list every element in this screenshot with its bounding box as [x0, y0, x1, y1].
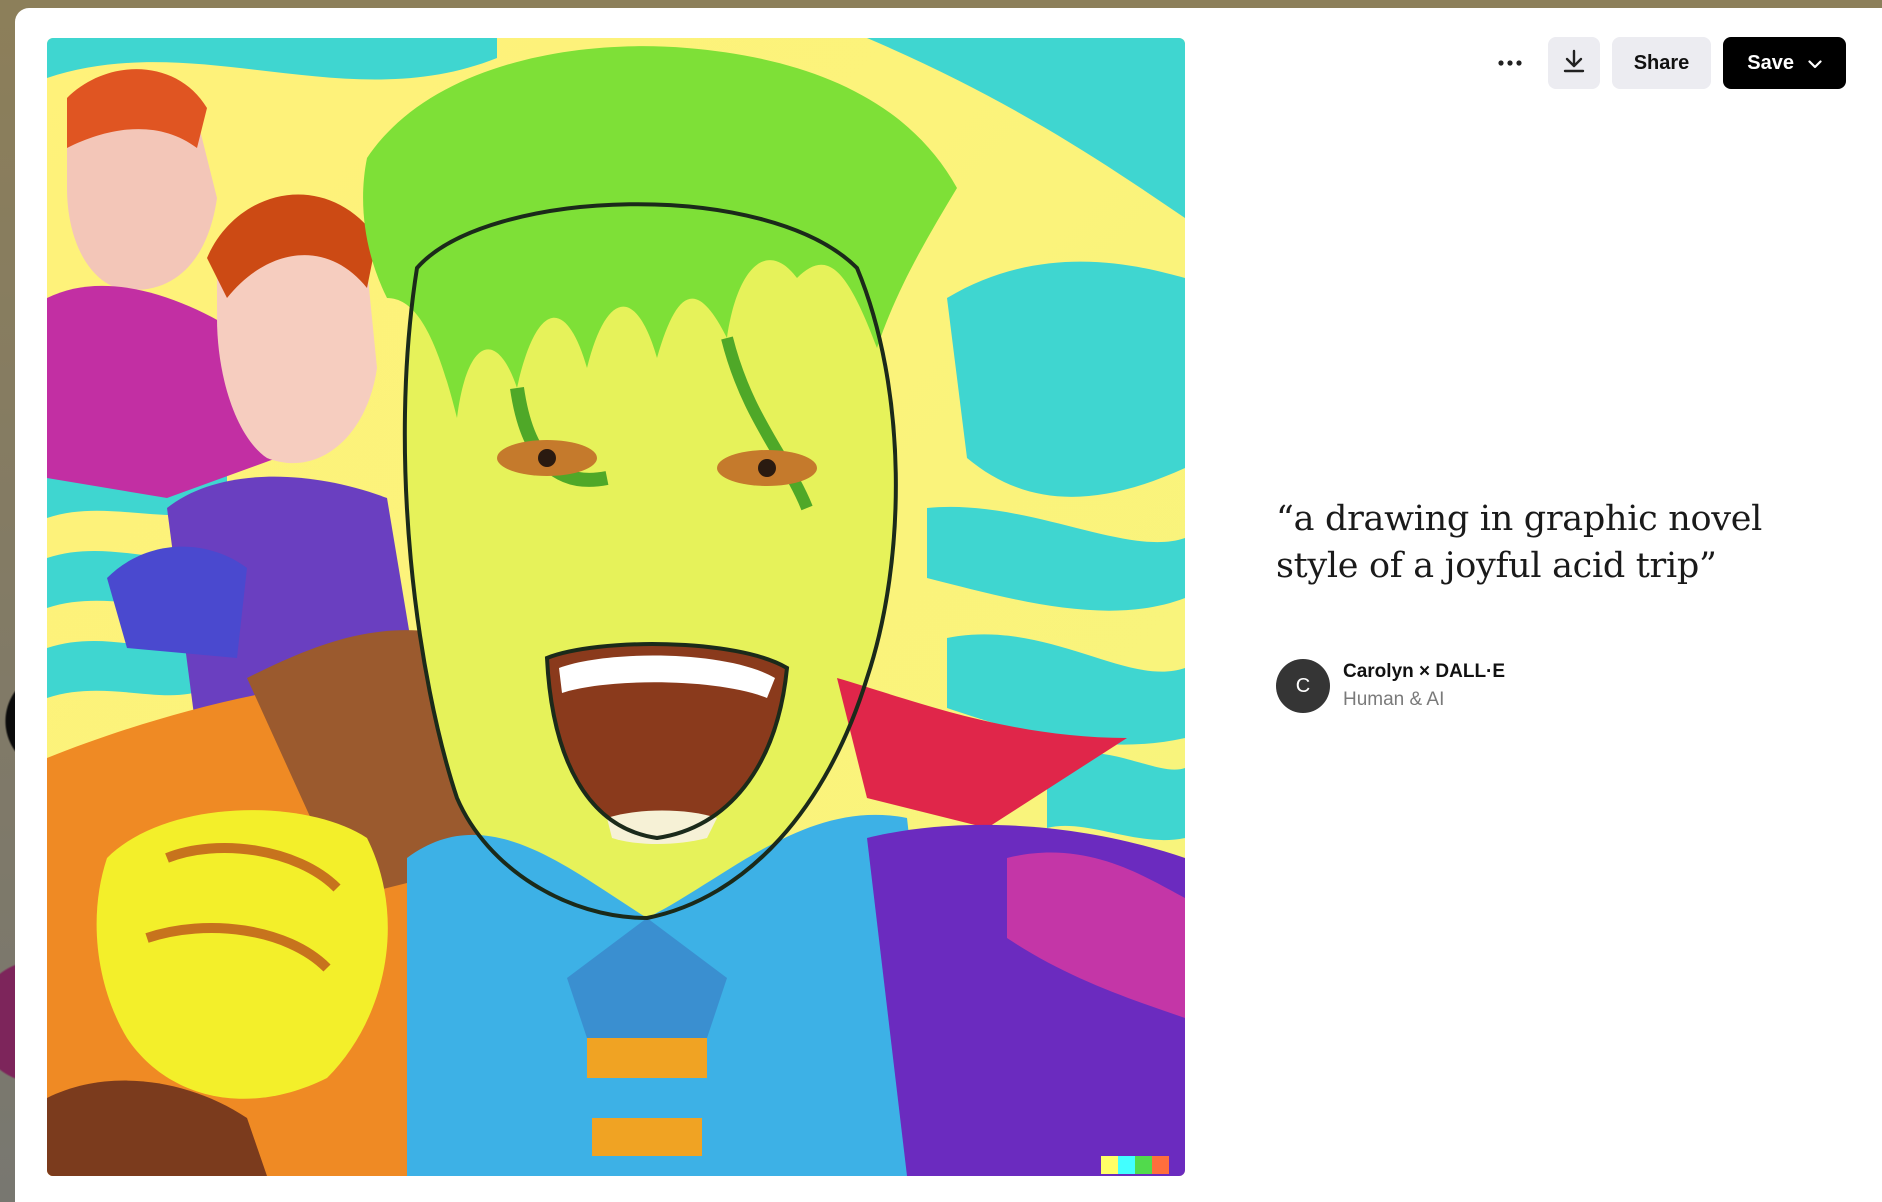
author-subtitle: Human & AI [1343, 689, 1445, 710]
share-button[interactable]: Share [1611, 37, 1712, 89]
more-options-button[interactable] [1484, 37, 1536, 89]
chevron-down-icon [1808, 52, 1822, 75]
author-info: C Carolyn × DALL·E Human & AI [1276, 658, 1505, 714]
generated-image[interactable] [47, 38, 1185, 1176]
image-toolbar: Share Save [1484, 37, 1846, 89]
download-button[interactable] [1547, 37, 1600, 89]
signature-swatch [1101, 1156, 1118, 1174]
download-icon [1563, 49, 1585, 78]
author-name[interactable]: Carolyn × DALL·E [1343, 658, 1505, 686]
save-button[interactable]: Save [1723, 37, 1846, 89]
signature-swatch [1118, 1156, 1135, 1174]
image-prompt: “a drawing in graphic novel style of a j… [1276, 499, 1763, 586]
save-label: Save [1747, 51, 1794, 74]
avatar[interactable]: C [1276, 659, 1330, 713]
author-text: Carolyn × DALL·E Human & AI [1343, 658, 1505, 714]
more-horizontal-icon [1497, 54, 1523, 72]
image-detail-modal: Share Save “a drawing in graphic novel s… [15, 8, 1882, 1202]
signature-swatch [1152, 1156, 1169, 1174]
artwork-illustration [47, 38, 1185, 1176]
share-label: Share [1633, 51, 1690, 74]
signature-swatch [1135, 1156, 1152, 1174]
dalle-signature-mark [1101, 1156, 1169, 1174]
